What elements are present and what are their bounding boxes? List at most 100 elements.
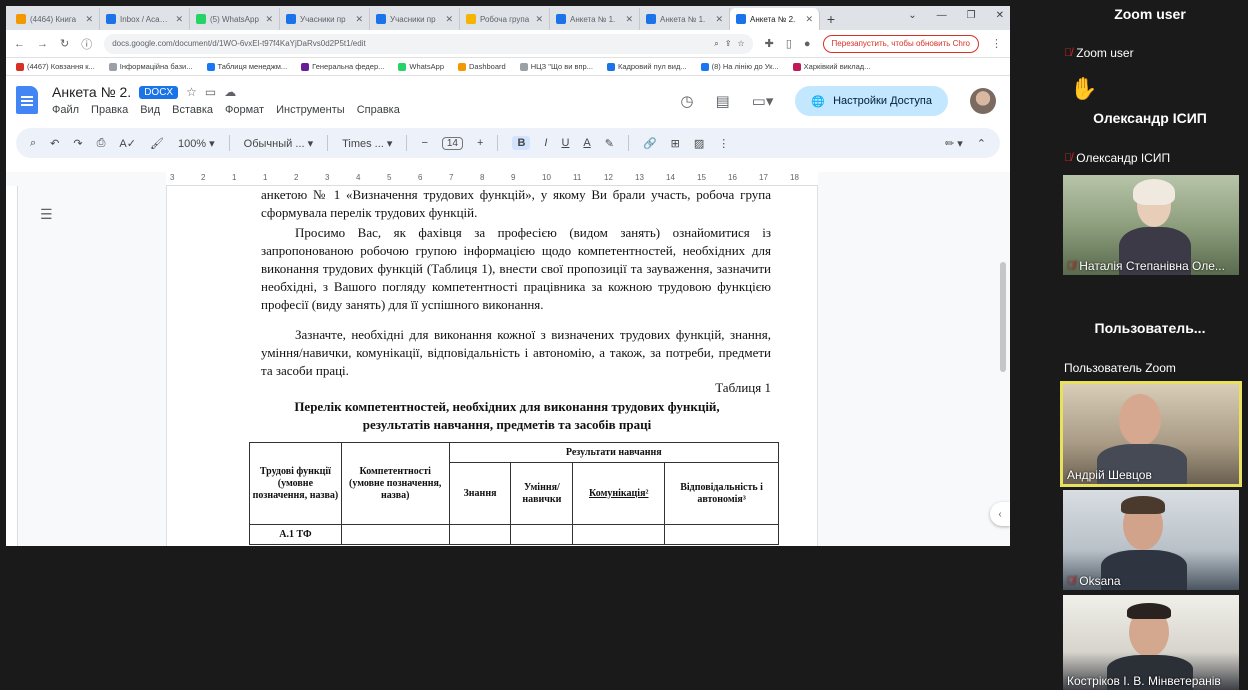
browser-tab[interactable]: Анкета № 1. ✕ — [550, 8, 640, 30]
link-icon[interactable]: 🔗 — [643, 137, 657, 150]
close-tab-icon[interactable]: ✕ — [265, 14, 273, 25]
relaunch-button[interactable]: Перезапустить, чтобы обновить Chro — [822, 34, 979, 53]
close-tab-icon[interactable]: ✕ — [445, 14, 453, 25]
bookmark-item[interactable]: WhatsApp — [398, 62, 444, 71]
menu-format[interactable]: Формат — [225, 104, 264, 116]
highlight-icon[interactable]: ✎ — [605, 137, 614, 150]
bold-button[interactable]: B — [512, 136, 531, 150]
table-cell[interactable] — [510, 524, 574, 545]
redo-icon[interactable]: ↷ — [73, 137, 82, 150]
participant-video[interactable]: Кострiков І. В. Мінветеранів — [1063, 595, 1239, 690]
bookmark-item[interactable]: Інформаційна бази... — [108, 62, 193, 71]
side-panel-toggle-icon[interactable]: ‹ — [990, 502, 1010, 526]
spellcheck-icon[interactable]: A✓ — [119, 137, 136, 150]
chevron-down-icon[interactable]: ⌄ — [908, 10, 916, 21]
decrease-font-button[interactable]: − — [421, 137, 427, 149]
browser-tab[interactable]: Учасники пр ✕ — [280, 8, 370, 30]
text-color-button[interactable]: A — [583, 137, 590, 149]
close-tab-icon[interactable]: ✕ — [805, 14, 813, 25]
browser-tab[interactable]: (5) WhatsApp ✕ — [190, 8, 280, 30]
browser-tab[interactable]: Inbox / Academ ✕ — [100, 8, 190, 30]
undo-icon[interactable]: ↶ — [50, 137, 59, 150]
table-cell[interactable] — [664, 524, 779, 545]
scrollbar[interactable] — [1000, 262, 1006, 372]
forward-icon[interactable]: → — [37, 38, 48, 50]
browser-tab[interactable]: Учасники пр ✕ — [370, 8, 460, 30]
cloud-status-icon[interactable]: ☁ — [224, 85, 236, 99]
print-icon[interactable]: ⎙ — [97, 137, 106, 150]
font-select[interactable]: Times ... ▾ — [342, 137, 392, 150]
close-tab-icon[interactable]: ✕ — [535, 14, 543, 25]
search-icon[interactable]: ⌕ — [714, 39, 718, 49]
paragraph[interactable]: Зазначте, необхідні для виконання кожної… — [261, 326, 771, 380]
zoom-select[interactable]: 100% ▾ — [178, 137, 215, 150]
document-page[interactable]: анкетою № 1 «Визначення трудових функцій… — [166, 186, 818, 546]
menu-view[interactable]: Вид — [140, 104, 160, 116]
extensions-icon[interactable]: ✚ — [765, 37, 774, 50]
new-tab-button[interactable]: + — [820, 8, 842, 30]
insert-image-icon[interactable]: ▨ — [694, 137, 704, 150]
browser-tab-active[interactable]: Анкета № 2. ✕ — [730, 8, 820, 30]
maximize-icon[interactable]: ❐ — [967, 10, 976, 21]
menu-edit[interactable]: Правка — [91, 104, 128, 116]
avatar[interactable] — [970, 88, 996, 114]
search-menus-icon[interactable]: ⌕ — [30, 137, 36, 150]
participant-video[interactable]: 🎙̸ Oksana — [1063, 490, 1239, 590]
history-icon[interactable]: ◷ — [680, 92, 693, 110]
move-folder-icon[interactable]: ▭ — [205, 85, 216, 99]
share-page-icon[interactable]: ⇪ — [725, 39, 732, 48]
paragraph[interactable]: анкетою № 1 «Визначення трудових функцій… — [261, 186, 771, 222]
close-tab-icon[interactable]: ✕ — [175, 14, 183, 25]
bookmark-item[interactable]: Кадровий пул вид... — [606, 62, 687, 71]
participant-video-active-speaker[interactable]: Андрій Шевцов — [1060, 381, 1242, 487]
bookmark-item[interactable]: Харківкий виклад... — [792, 62, 870, 71]
style-select[interactable]: Обычный ... ▾ — [244, 137, 313, 150]
close-tab-icon[interactable]: ✕ — [715, 14, 723, 25]
table-cell[interactable] — [340, 524, 450, 545]
bookmark-item[interactable]: Генеральна федер... — [301, 62, 384, 71]
profile-icon[interactable]: ● — [804, 38, 811, 50]
collapse-menus-icon[interactable]: ⌃ — [977, 137, 986, 150]
menu-tools[interactable]: Инструменты — [276, 104, 345, 116]
add-comment-icon[interactable]: ⊞ — [671, 137, 680, 150]
omnibox[interactable]: docs.google.com/document/d/1WO-6vxEl-t97… — [104, 33, 753, 54]
browser-tab[interactable]: (4464) Книга ✕ — [10, 8, 100, 30]
close-window-icon[interactable]: ✕ — [996, 10, 1004, 21]
google-docs-logo-icon[interactable] — [16, 86, 38, 114]
bookmark-star-icon[interactable]: ☆ — [737, 39, 744, 48]
back-icon[interactable]: ← — [14, 38, 25, 50]
paint-format-icon[interactable]: 🖌 — [150, 137, 164, 150]
font-size-input[interactable]: 14 — [441, 136, 463, 150]
reload-icon[interactable]: ↻ — [60, 37, 69, 50]
meet-icon[interactable]: ▭▾ — [752, 92, 774, 110]
menu-help[interactable]: Справка — [357, 104, 400, 116]
bookmark-item[interactable]: Dashboard — [458, 62, 506, 71]
bookmark-item[interactable]: НЦЗ "Що ви впр... — [519, 62, 593, 71]
more-options-icon[interactable]: ⋮ — [718, 137, 729, 150]
doc-title[interactable]: Анкета № 2. — [52, 84, 131, 100]
table-cell[interactable] — [448, 524, 512, 545]
url-text[interactable]: docs.google.com/document/d/1WO-6vxEl-t97… — [112, 39, 708, 48]
close-tab-icon[interactable]: ✕ — [625, 14, 633, 25]
participant-video[interactable]: 🎙̸ Наталія Степанівна Оле... — [1063, 175, 1239, 275]
table-cell[interactable] — [572, 524, 666, 545]
star-icon[interactable]: ☆ — [186, 85, 197, 99]
menu-file[interactable]: Файл — [52, 104, 79, 116]
bookmark-item[interactable]: (4467) Ковзання к... — [16, 62, 95, 71]
info-icon[interactable]: ⓘ — [81, 36, 92, 52]
minimize-icon[interactable]: — — [937, 10, 947, 21]
bookmark-item[interactable]: (8) На лінію до Ук... — [700, 62, 779, 71]
outline-icon[interactable]: ☰ — [40, 206, 53, 223]
italic-button[interactable]: I — [544, 137, 547, 149]
table-cell[interactable]: А.1 ТФ — [249, 524, 342, 545]
competency-table[interactable]: Трудові функції (умовне позначення, назв… — [249, 442, 780, 545]
menu-kebab-icon[interactable]: ⋮ — [991, 37, 1002, 50]
increase-font-button[interactable]: + — [477, 137, 483, 149]
menu-insert[interactable]: Вставка — [172, 104, 213, 116]
browser-tab[interactable]: Робоча група ✕ — [460, 8, 550, 30]
close-tab-icon[interactable]: ✕ — [85, 14, 93, 25]
bookmark-item[interactable]: Таблиця менеджм... — [206, 62, 287, 71]
paragraph[interactable]: Просимо Вас, як фахівця за професією (ви… — [261, 224, 771, 314]
comments-icon[interactable]: ▤ — [715, 92, 729, 110]
close-tab-icon[interactable]: ✕ — [355, 14, 363, 25]
